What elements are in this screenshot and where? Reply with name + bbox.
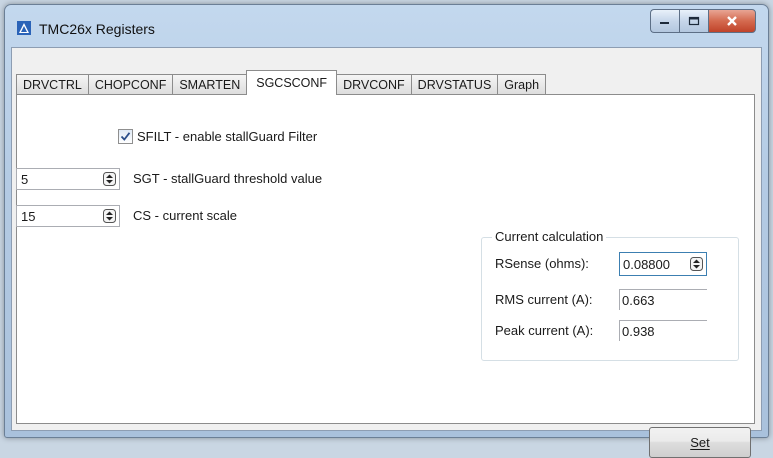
- cs-spinbox[interactable]: 15: [16, 205, 120, 227]
- window-controls: [650, 9, 756, 33]
- sfilt-checkbox-row[interactable]: SFILT - enable stallGuard Filter: [118, 129, 317, 144]
- peak-current-label: Peak current (A):: [495, 323, 594, 338]
- rsense-label: RSense (ohms):: [495, 256, 589, 271]
- rms-current-field: 0.663: [619, 289, 707, 310]
- tab-graph[interactable]: Graph: [497, 74, 547, 95]
- cs-value[interactable]: 15: [21, 209, 35, 224]
- app-logo-icon: [17, 21, 31, 35]
- checkmark-icon: [120, 132, 131, 141]
- rsense-value[interactable]: 0.08800: [623, 257, 670, 272]
- sgt-label: SGT - stallGuard threshold value: [133, 171, 323, 186]
- sfilt-checkbox[interactable]: [118, 129, 133, 144]
- tab-bar: DRVCTRL CHOPCONF SMARTEN SGCSCONF DRVCON…: [16, 70, 547, 95]
- tab-chopconf[interactable]: CHOPCONF: [87, 74, 174, 95]
- close-button[interactable]: [708, 9, 756, 33]
- cs-label: CS - current scale: [133, 208, 238, 223]
- rms-current-label: RMS current (A):: [495, 292, 593, 307]
- sgt-value[interactable]: 5: [21, 172, 28, 187]
- close-icon: [727, 16, 737, 26]
- sfilt-label: SFILT - enable stallGuard Filter: [137, 129, 318, 144]
- minimize-icon: [660, 22, 669, 24]
- tab-sgcsconf[interactable]: SGCSCONF: [246, 70, 338, 95]
- tab-drvstatus[interactable]: DRVSTATUS: [410, 74, 499, 95]
- app-window: TMC26x Registers DRVCTRL CHOPCONF SMARTE…: [4, 4, 769, 458]
- set-button[interactable]: Set: [649, 427, 751, 458]
- tab-drvconf[interactable]: DRVCONF: [336, 74, 412, 95]
- minimize-button[interactable]: [650, 9, 679, 33]
- maximize-button[interactable]: [679, 9, 708, 33]
- tab-smarten[interactable]: SMARTEN: [172, 74, 248, 95]
- sgcsconf-panel: SFILT - enable stallGuard Filter 5 SGT -…: [16, 94, 755, 458]
- set-button-label: Set: [690, 435, 710, 450]
- tab-drvctrl[interactable]: DRVCTRL: [16, 74, 89, 95]
- sgt-stepper-icon[interactable]: [103, 172, 116, 186]
- rsense-spinbox[interactable]: 0.08800: [619, 252, 707, 276]
- current-calculation-title: Current calculation: [492, 229, 607, 244]
- maximize-icon: [688, 16, 700, 26]
- cs-stepper-icon[interactable]: [103, 209, 116, 223]
- title-bar[interactable]: TMC26x Registers: [5, 5, 768, 43]
- client-area: DRVCTRL CHOPCONF SMARTEN SGCSCONF DRVCON…: [11, 47, 762, 458]
- rms-current-value: 0.663: [622, 293, 655, 308]
- rsense-stepper-icon[interactable]: [690, 257, 703, 271]
- current-calculation-group: Current calculation RSense (ohms): 0.088…: [481, 229, 739, 361]
- peak-current-value: 0.938: [622, 324, 655, 339]
- sgt-spinbox[interactable]: 5: [16, 168, 120, 190]
- window-title: TMC26x Registers: [39, 21, 155, 37]
- peak-current-field: 0.938: [619, 320, 707, 341]
